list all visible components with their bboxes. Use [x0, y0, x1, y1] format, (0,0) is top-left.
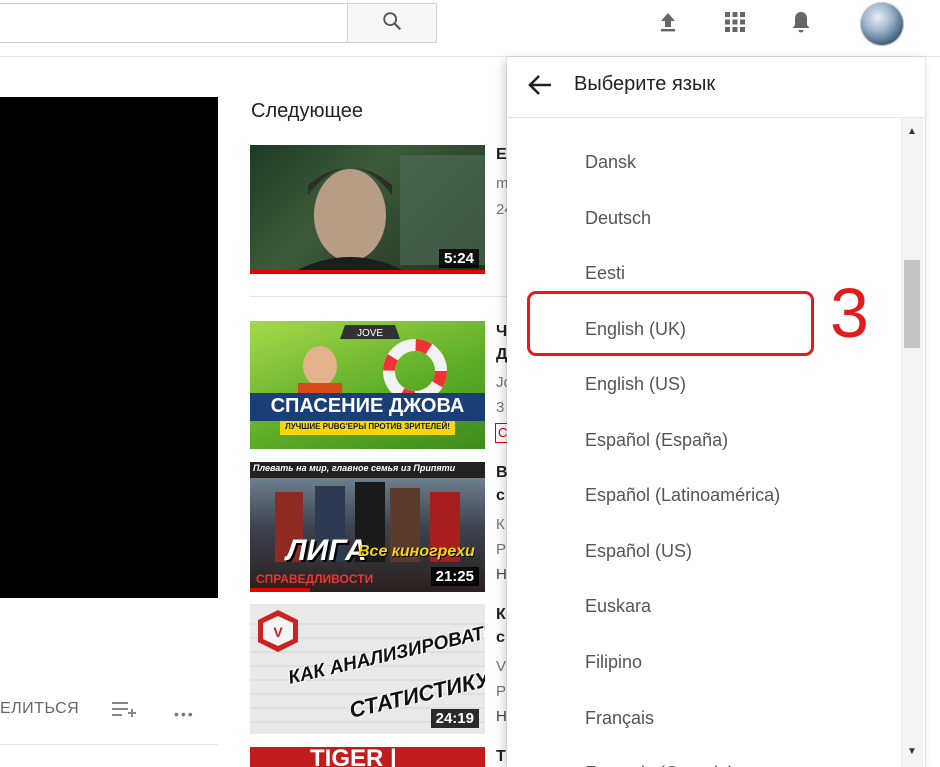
svg-text:V: V [273, 624, 283, 640]
divider [250, 296, 512, 297]
bell-icon [789, 10, 813, 39]
scroll-down-arrow-icon[interactable]: ▼ [901, 746, 923, 757]
video-thumbnail[interactable]: TIGER | [250, 747, 485, 767]
language-option[interactable]: Dansk [507, 134, 902, 190]
back-arrow-icon [527, 74, 553, 101]
language-option[interactable]: Filipino [507, 634, 902, 690]
language-option[interactable]: Español (Latinoamérica) [507, 467, 902, 523]
video-duration: 5:24 [438, 249, 479, 268]
language-option[interactable]: Français (Canada) [507, 745, 902, 767]
language-option[interactable]: Español (US) [507, 523, 902, 579]
video-thumbnail[interactable]: JOVE СПАСЕНИЕ ДЖОВА ЛУЧШИЕ PUBG'ЕРЫ ПРОТ… [250, 321, 485, 449]
avatar[interactable] [860, 2, 904, 46]
notifications-button[interactable] [787, 10, 815, 38]
search-button[interactable] [347, 3, 437, 43]
annotation-step-number: 3 [830, 274, 869, 352]
thumbnail-bottom-text: СПРАВЕДЛИВОСТИ [256, 572, 374, 586]
language-option[interactable]: Español (España) [507, 412, 902, 468]
language-option[interactable]: Français [507, 690, 902, 746]
more-actions-icon[interactable]: ••• [174, 706, 195, 722]
thumbnail-top-text: Плевать на мир, главное семья из Припяти [253, 463, 456, 473]
thumbnail-banner-subtext: ЛУЧШИЕ PUBG'ЕРЫ ПРОТИВ ЗРИТЕЛЕЙ! [285, 422, 450, 431]
share-button-label[interactable]: ЕЛИТЬСЯ [0, 700, 79, 718]
back-button[interactable] [523, 71, 557, 103]
scrollbar-thumb[interactable] [904, 260, 920, 348]
watch-progress-bar [250, 270, 485, 274]
scroll-up-arrow-icon[interactable]: ▲ [901, 126, 923, 137]
video-thumbnail[interactable]: Плевать на мир, главное семья из Припяти… [250, 462, 485, 592]
scrollbar[interactable]: ▲ ▼ [901, 118, 923, 767]
add-to-playlist-icon[interactable] [110, 698, 140, 722]
language-menu-title: Выберите язык [574, 73, 716, 95]
upload-icon [656, 10, 680, 39]
search-icon [381, 10, 403, 37]
thumbnail-banner-text: СПАСЕНИЕ ДЖОВА [270, 395, 465, 417]
upload-button[interactable] [654, 10, 682, 38]
video-thumbnail[interactable]: 5:24 [250, 145, 485, 274]
top-bar [0, 0, 940, 57]
apps-grid-icon [723, 10, 747, 39]
language-option[interactable]: English (US) [507, 356, 902, 412]
search-input[interactable] [0, 3, 347, 43]
thumbnail-sub-text: Все киногрехи [358, 543, 475, 560]
language-option[interactable]: Euskara [507, 578, 902, 634]
language-option[interactable]: Deutsch [507, 190, 902, 246]
watch-progress-bar [250, 588, 310, 592]
video-duration: 24:19 [430, 709, 479, 728]
video-duration: 21:25 [430, 567, 479, 586]
channel-logo-text: JOVE [357, 328, 383, 339]
video-player[interactable] [0, 97, 218, 598]
up-next-title: Следующее [251, 100, 363, 122]
thumbnail-big-text: ЛИГА [286, 534, 367, 567]
divider [0, 744, 218, 745]
thumbnail-big-text: TIGER | [310, 747, 397, 767]
apps-button[interactable] [721, 10, 749, 38]
video-thumbnail[interactable]: V КАК АНАЛИЗИРОВАТЬ СТАТИСТИКУ 24:19 [250, 604, 485, 734]
language-menu: Выберите язык Dansk Deutsch Eesti Englis… [507, 57, 925, 767]
language-menu-header: Выберите язык [507, 57, 925, 118]
